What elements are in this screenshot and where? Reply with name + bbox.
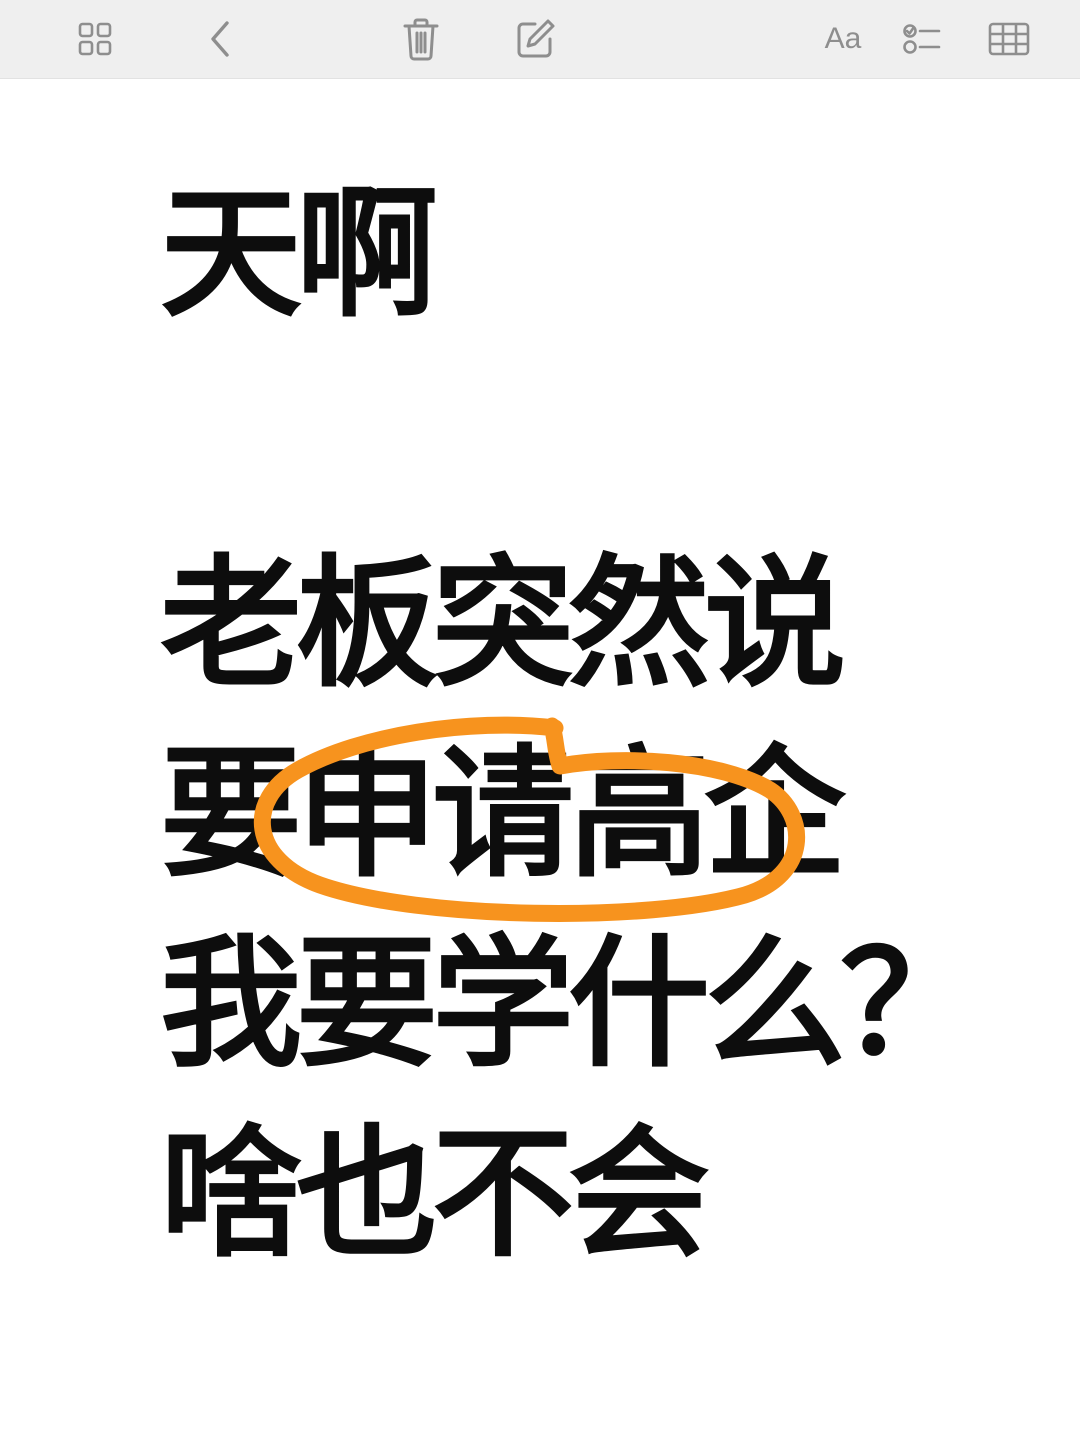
note-line-1: 天啊 [160, 172, 438, 337]
note-line-5: 啥也不会 [160, 1112, 710, 1277]
trash-icon[interactable] [396, 14, 446, 64]
notes-toolbar: Aa [0, 0, 1080, 79]
note-line-4: 我要学什么？ [160, 922, 982, 1087]
note-line-3: 要申请高企 [160, 732, 846, 897]
checklist-icon[interactable] [897, 14, 947, 64]
gallery-view-icon[interactable] [70, 14, 120, 64]
back-icon[interactable] [195, 14, 245, 64]
table-icon[interactable] [984, 14, 1034, 64]
note-line-2: 老板突然说 [160, 542, 846, 707]
text-format-button[interactable]: Aa [815, 14, 871, 64]
compose-icon[interactable] [510, 14, 560, 64]
text-format-label: Aa [824, 22, 862, 55]
